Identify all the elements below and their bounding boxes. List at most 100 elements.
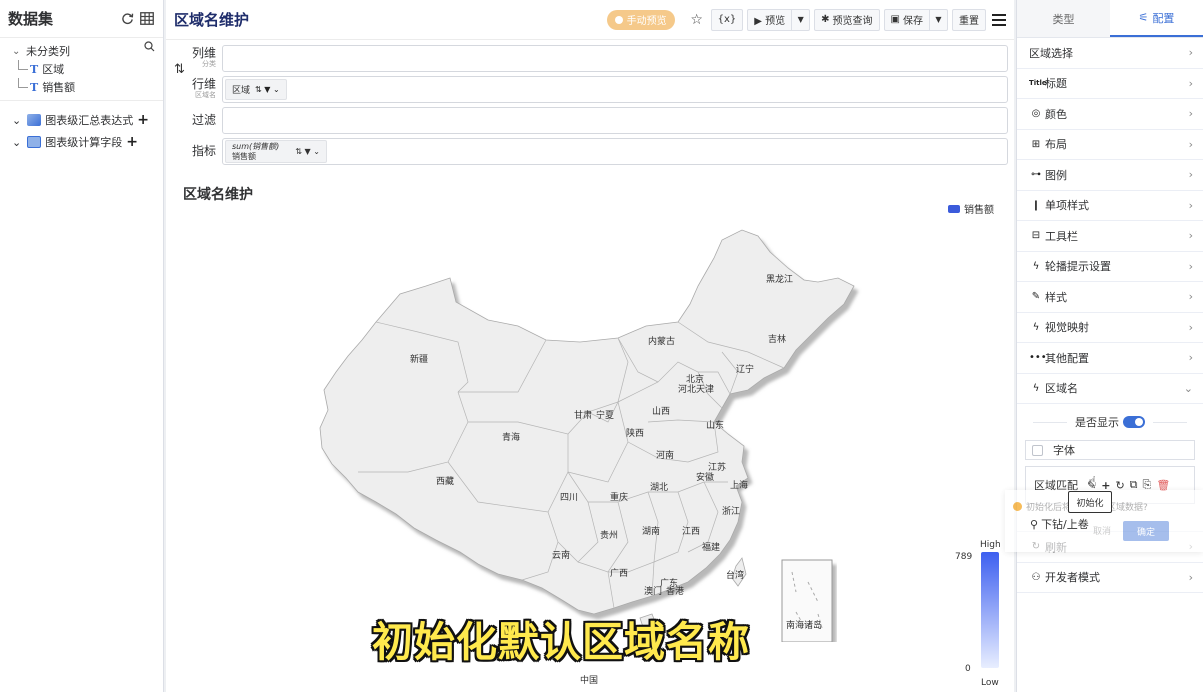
tree-field-region[interactable]: T 区域 — [0, 60, 163, 78]
group-summary-expressions[interactable]: ⌄ 图表级汇总表达式 + — [0, 109, 163, 131]
manual-preview-toggle[interactable]: 手动预览 — [606, 9, 675, 30]
font-option[interactable]: 字体 — [1025, 440, 1195, 460]
ok-button[interactable]: 确定 — [1123, 521, 1169, 541]
config-item[interactable]: ϟ 轮播提示设置 › — [1017, 252, 1203, 282]
reset-button[interactable]: 重置 — [952, 8, 986, 31]
sort-filter-icons[interactable]: ⇅ ▼ ⌄ — [255, 85, 280, 94]
region-label: 浙江 — [722, 505, 740, 517]
chevron-right-icon: › — [1188, 76, 1193, 90]
search-icon[interactable] — [144, 41, 155, 55]
metric-field-chip[interactable]: sum(销售额) 销售额 ⇅ ▼ ⌄ — [225, 140, 327, 163]
caret-down-icon[interactable]: ▼ — [791, 9, 809, 30]
filter-drop-zone[interactable] — [222, 107, 1008, 134]
metric-name: 销售额 — [232, 151, 256, 161]
sliders-icon: ⚟ — [1138, 11, 1149, 24]
visual-map-min: 0 — [965, 664, 971, 674]
config-item-icon: ⊶ — [1031, 169, 1041, 181]
legend-label: 销售额 — [964, 205, 994, 216]
region-label: 黑龙江 — [766, 273, 793, 285]
chevron-right-icon: › — [1188, 570, 1193, 584]
region-label: 福建 — [702, 541, 720, 553]
refresh-icon[interactable] — [119, 11, 135, 27]
region-label: 云南 — [552, 549, 570, 561]
config-item[interactable]: ❙ 单项样式 › — [1017, 191, 1203, 221]
tree-root[interactable]: ⌄ 未分类列 — [0, 42, 163, 60]
china-map[interactable]: 黑龙江吉林辽宁 内蒙古北京河北 天津 新疆甘肃 宁夏 山西山东青海 陕西河南江苏安徽上海 西藏… — [318, 222, 863, 642]
add-icon[interactable]: + — [137, 112, 149, 128]
column-drop-zone[interactable] — [222, 45, 1008, 72]
chevron-right-icon: › — [1188, 320, 1193, 334]
show-switch[interactable] — [1123, 416, 1145, 428]
metric-label: 指标 — [191, 144, 216, 158]
save-button[interactable]: ▣ 保存 ▼ — [883, 8, 948, 31]
chart-legend[interactable]: 销售额 — [948, 201, 994, 216]
group-calculated-fields[interactable]: ⌄ 图表级计算字段 + — [0, 131, 163, 153]
row-well: 行维 区域名 区域 ⇅ ▼ ⌄ — [172, 74, 1008, 105]
config-item[interactable]: ϟ 区域名 ⌄ — [1017, 374, 1203, 404]
expression-groups: ⌄ 图表级汇总表达式 + ⌄ 图表级计算字段 + — [0, 101, 163, 153]
config-item[interactable]: ⊞ 布局 › — [1017, 130, 1203, 160]
swap-icon[interactable]: ⇅ — [174, 62, 185, 77]
tab-config[interactable]: ⚟ 配置 — [1110, 0, 1203, 37]
config-item-icon: ⚇ — [1031, 571, 1041, 583]
font-label: 字体 — [1053, 444, 1075, 457]
config-item[interactable]: 区域选择 › — [1017, 38, 1203, 69]
region-label: 山西 — [652, 406, 670, 417]
region-label: 内蒙古 — [648, 335, 675, 347]
row-label: 行维 — [191, 76, 216, 91]
region-label: 南海诸岛 — [786, 619, 822, 631]
sort-filter-icons[interactable]: ⇅ ▼ ⌄ — [295, 147, 320, 156]
config-item-icon: ⊞ — [1031, 138, 1041, 150]
add-icon[interactable]: + — [126, 134, 138, 150]
preview-label: ▶ 预览 — [754, 16, 786, 27]
row-drop-zone[interactable]: 区域 ⇅ ▼ ⌄ — [222, 76, 1008, 103]
visual-map-bar[interactable] — [981, 552, 999, 668]
config-item[interactable]: Title 标题 › — [1017, 69, 1203, 99]
config-item-label: 单项样式 — [1045, 199, 1089, 213]
region-label: 台湾 — [726, 569, 744, 581]
tree-field-sales[interactable]: T 销售额 — [0, 78, 163, 96]
config-item[interactable]: ⊟ 工具栏 › — [1017, 221, 1203, 252]
tab-type[interactable]: 类型 — [1017, 0, 1110, 37]
table-icon[interactable] — [139, 11, 155, 27]
font-checkbox[interactable] — [1032, 444, 1043, 456]
config-item[interactable]: ⊶ 图例 › — [1017, 160, 1203, 191]
variable-button[interactable]: {x} — [710, 8, 744, 31]
visual-map-high: High — [980, 540, 1001, 550]
region-label: 湖北 — [650, 482, 668, 493]
drill-option[interactable]: ⚲ 下钻/上卷 — [1030, 516, 1089, 532]
config-item[interactable]: ⚇ 开发者模式 › — [1017, 563, 1203, 593]
config-item-label: 区域名 — [1045, 382, 1078, 396]
chevron-down-icon: ⌄ — [12, 113, 22, 127]
config-item-icon: Title — [1029, 79, 1047, 88]
config-item-label: 轮播提示设置 — [1045, 260, 1111, 274]
region-label: 河北 — [678, 383, 696, 395]
config-item[interactable]: ✎ 样式 › — [1017, 282, 1203, 313]
cancel-button[interactable]: 取消 — [1093, 524, 1111, 537]
metric-drop-zone[interactable]: sum(销售额) 销售额 ⇅ ▼ ⌄ — [222, 138, 1008, 165]
config-item-icon: ϟ — [1032, 382, 1040, 394]
row-field-chip[interactable]: 区域 ⇅ ▼ ⌄ — [225, 79, 287, 100]
preview-query-button[interactable]: ✱ 预览查询 — [814, 8, 880, 31]
warning-icon — [1013, 502, 1022, 511]
chevron-right-icon: › — [1188, 259, 1193, 273]
dataset-title: 数据集 — [8, 10, 54, 28]
star-icon[interactable]: ☆ — [687, 9, 707, 31]
menu-icon[interactable] — [992, 13, 1006, 26]
config-item-icon: ϟ — [1032, 321, 1040, 333]
agg-hint: (销售额) — [249, 141, 280, 151]
preview-button[interactable]: ▶ 预览 ▼ — [747, 8, 811, 31]
hand-cursor-icon: ☝ — [1088, 474, 1097, 490]
chevron-down-icon: ⌄ — [12, 135, 22, 149]
text-field-icon: T — [30, 62, 39, 76]
tab-config-label: 配置 — [1152, 11, 1175, 25]
config-item[interactable]: ••• 其他配置 › — [1017, 343, 1203, 374]
chevron-right-icon: › — [1188, 351, 1193, 365]
chevron-right-icon: › — [1188, 168, 1193, 182]
config-item-label: 其他配置 — [1045, 351, 1089, 365]
config-item[interactable]: ◎ 颜色 › — [1017, 99, 1203, 130]
caret-down-icon[interactable]: ▼ — [929, 9, 947, 30]
config-item-label: 图例 — [1045, 168, 1067, 182]
config-item[interactable]: ϟ 视觉映射 › — [1017, 313, 1203, 343]
field-label: 区域 — [42, 63, 65, 76]
